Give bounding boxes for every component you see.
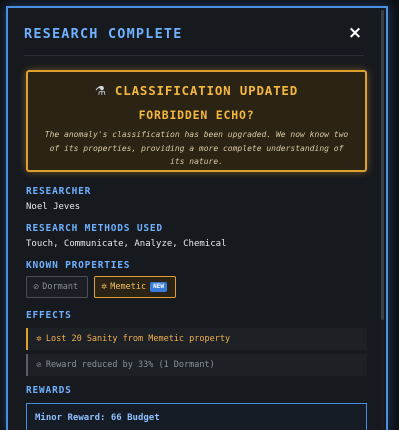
effect-text: Reward reduced by 33% (1 Dormant) [45,360,215,370]
research-complete-modal: RESEARCH COMPLETE × ⚗ CLASSIFICATION UPDA… [6,6,388,430]
researcher-label: RESEARCHER [26,186,92,197]
modal-header: RESEARCH COMPLETE × [24,23,364,56]
modal-title: RESEARCH COMPLETE [24,26,183,42]
property-tag-memetic[interactable]: ✲ Memetic NEW [94,276,176,298]
effect-text: Lost 20 Sanity from Memetic property [45,334,231,344]
scrollbar-thumb[interactable] [381,10,384,320]
methods-value: Touch, Communicate, Analyze, Chemical [26,239,227,249]
classification-alert: ⚗ CLASSIFICATION UPDATED FORBIDDEN ECHO? … [26,70,367,172]
alert-heading: CLASSIFICATION UPDATED [114,83,299,98]
new-badge: NEW [150,282,167,292]
alert-description: The anomaly's classification has been up… [44,130,349,166]
effect-item-sanity-loss: ✲ Lost 20 Sanity from Memetic property [26,328,367,350]
reward-item: Minor Reward: 66 Budget [26,403,367,430]
property-tag-dormant[interactable]: ⊘ Dormant [26,276,88,298]
researcher-name: Noel Jeves [26,202,81,212]
close-icon[interactable]: × [346,23,364,43]
rewards-label: REWARDS [26,385,72,396]
anomaly-name: FORBIDDEN ECHO? [138,108,255,122]
memetic-icon: ✲ [36,335,42,343]
dormant-icon: ⊘ [36,361,42,369]
property-label: Dormant [42,282,79,292]
effects-label: EFFECTS [26,310,72,321]
methods-label: RESEARCH METHODS USED [26,223,163,234]
property-label: Memetic [110,282,147,292]
memetic-icon: ✲ [101,282,108,291]
dormant-icon: ⊘ [33,282,40,291]
effect-item-reward-reduction: ⊘ Reward reduced by 33% (1 Dormant) [26,354,367,376]
alert-heading-row: ⚗ CLASSIFICATION UPDATED [28,83,365,98]
flask-icon: ⚗ [94,83,107,98]
properties-label: KNOWN PROPERTIES [26,260,131,271]
